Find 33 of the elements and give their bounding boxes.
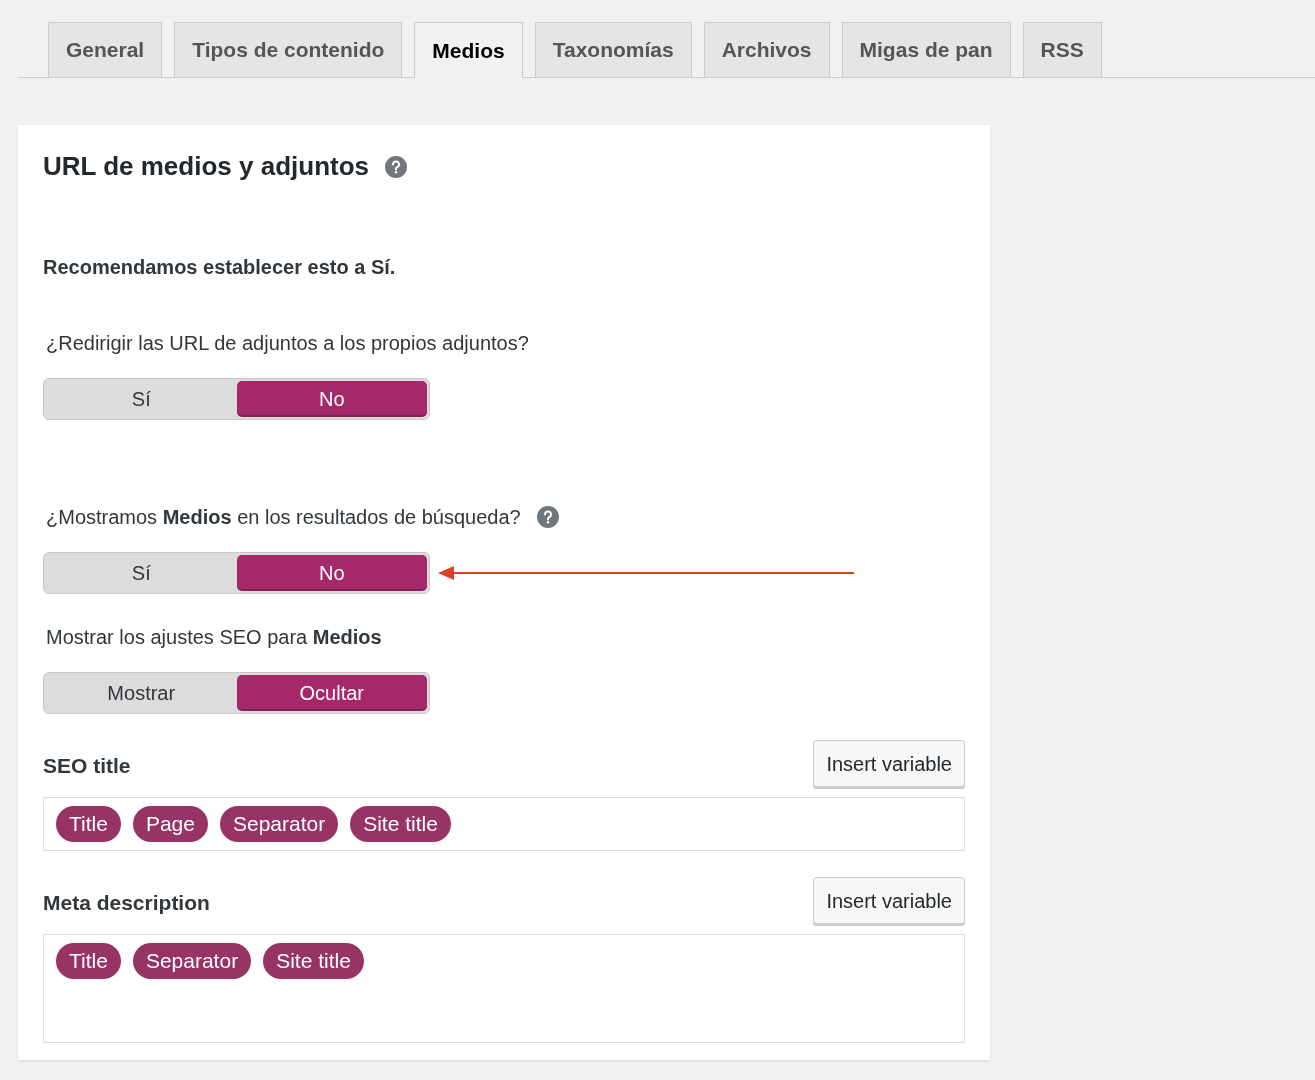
insert-variable-button[interactable]: Insert variable xyxy=(813,877,965,924)
tab[interactable]: Medios xyxy=(414,22,523,78)
variable-input-field[interactable]: Title Separator Site title xyxy=(43,934,965,1043)
tab[interactable]: General xyxy=(48,22,163,77)
variable-tag[interactable]: Page xyxy=(132,806,208,842)
variable-tag[interactable]: Title xyxy=(56,806,121,842)
help-icon[interactable] xyxy=(536,506,559,528)
tab[interactable]: Migas de pan xyxy=(841,22,1011,77)
recommendation-note: Recomendamos establecer esto a Sí. xyxy=(43,255,396,280)
question-label: ¿Mostramos Medios en los resultados de búsqueda? xyxy=(46,505,521,530)
field-label: SEO title xyxy=(43,752,131,779)
variable-tag[interactable]: Title xyxy=(56,943,121,979)
tab[interactable]: Archivos xyxy=(703,22,830,77)
variable-tag[interactable]: Separator xyxy=(219,806,339,842)
variable-tag[interactable]: Separator xyxy=(132,943,252,979)
toggle-option[interactable]: No xyxy=(236,555,427,591)
question-label: Mostrar los ajustes SEO para Medios xyxy=(46,625,382,650)
tab[interactable]: RSS xyxy=(1022,22,1102,77)
toggle-option[interactable]: No xyxy=(236,381,427,417)
tab[interactable]: Tipos de contenido xyxy=(174,22,403,77)
variable-input-field[interactable]: Title Page Separator Site title xyxy=(43,797,965,851)
variable-tag[interactable]: Site title xyxy=(350,806,451,842)
section-title: URL de medios y adjuntos xyxy=(43,150,369,183)
tab[interactable]: Taxonomías xyxy=(534,22,692,77)
variable-tag[interactable]: Site title xyxy=(263,943,364,979)
toggle-option[interactable]: Mostrar xyxy=(46,675,237,711)
question-label: ¿Redirigir las URL de adjuntos a los propios adjuntos? xyxy=(46,331,529,356)
toggle-option[interactable]: Sí xyxy=(46,555,237,591)
insert-variable-button[interactable]: Insert variable xyxy=(813,740,965,787)
field-label: Meta description xyxy=(43,889,210,916)
toggle-option[interactable]: Ocultar xyxy=(236,675,427,711)
help-icon[interactable] xyxy=(385,155,407,178)
toggle-option[interactable]: Sí xyxy=(46,381,237,417)
